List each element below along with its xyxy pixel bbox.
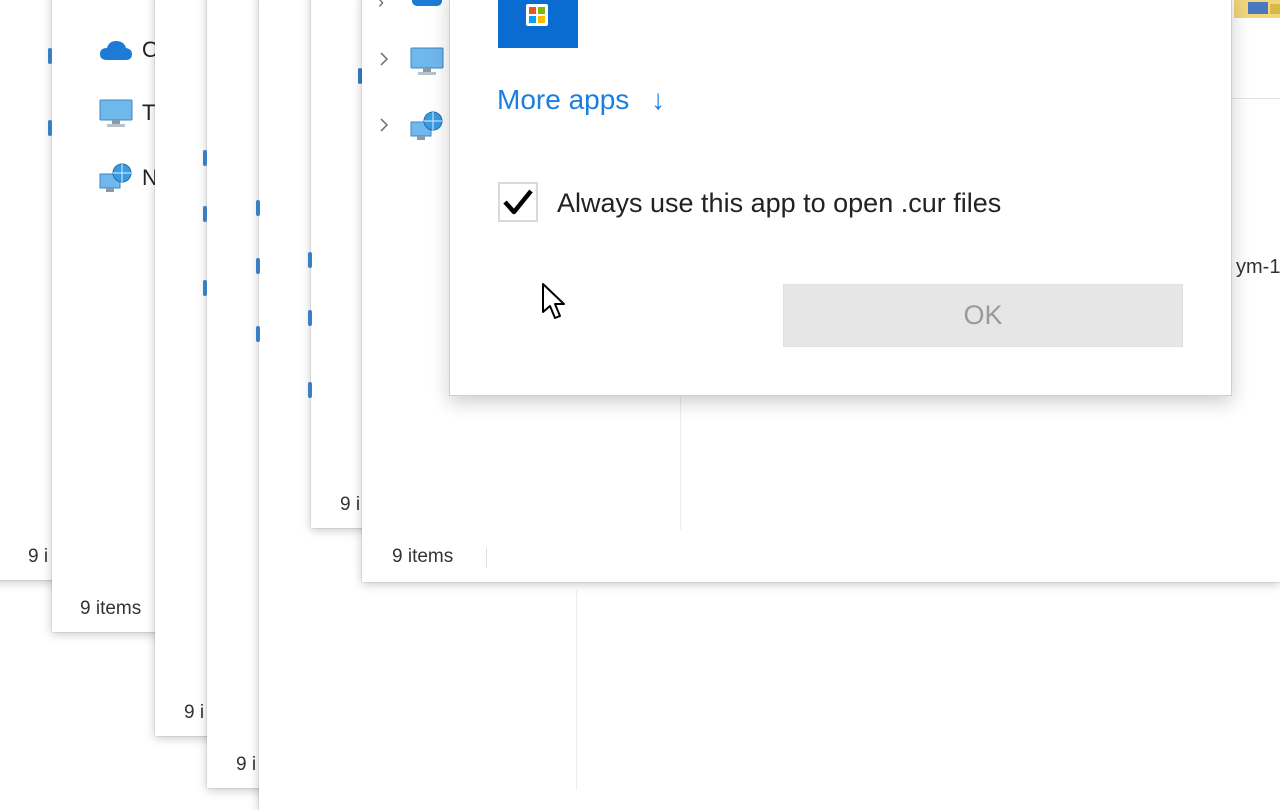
nav-fragment (203, 150, 207, 166)
status-item-count: 9 i (184, 702, 205, 723)
mouse-pointer-icon (541, 282, 569, 327)
status-item-count: 9 i (340, 494, 361, 515)
this-pc-icon[interactable] (410, 46, 444, 83)
nav-fragment (256, 326, 260, 342)
nav-fragment (256, 200, 260, 216)
nav-fragment (203, 206, 207, 222)
always-use-label[interactable]: Always use this app to open .cur files (557, 188, 1001, 219)
nav-fragment (203, 280, 207, 296)
nav-fragment (48, 120, 52, 136)
header-divider (1232, 98, 1280, 99)
nav-label-this-pc[interactable]: T (142, 100, 155, 126)
open-with-dialog: More apps ↓ Always use this app to open … (449, 0, 1232, 396)
network-icon[interactable] (99, 162, 133, 199)
status-item-count: 9 i (236, 754, 257, 775)
onedrive-icon[interactable] (410, 0, 444, 13)
checkmark-icon (503, 189, 533, 215)
nav-fragment (308, 310, 312, 326)
onedrive-icon[interactable] (99, 38, 133, 67)
file-thumbnail-icon[interactable] (1234, 0, 1280, 23)
chevron-right-icon[interactable] (378, 50, 390, 73)
nav-fragment (308, 252, 312, 268)
nav-fragment (48, 48, 52, 64)
ok-button[interactable]: OK (783, 284, 1183, 347)
status-divider (486, 548, 487, 568)
always-use-checkbox[interactable] (498, 182, 538, 222)
network-icon[interactable] (410, 110, 444, 147)
column-divider (680, 395, 681, 530)
more-apps-label: More apps (497, 84, 630, 115)
column-divider (576, 590, 577, 790)
more-apps-link[interactable]: More apps ↓ (497, 84, 665, 116)
nav-fragment (256, 258, 260, 274)
status-item-count: 9 items (80, 598, 142, 619)
file-name-partial[interactable]: ym-1 (1236, 256, 1280, 279)
chevron-right-icon[interactable] (378, 116, 390, 139)
nav-fragment (308, 382, 312, 398)
arrow-down-icon: ↓ (651, 84, 666, 115)
microsoft-store-icon[interactable] (498, 0, 578, 48)
status-item-count: 9 items (392, 546, 454, 567)
this-pc-icon[interactable] (99, 98, 133, 135)
chevron-right-icon[interactable]: › (378, 0, 384, 13)
status-item-count: 9 i (28, 546, 49, 567)
